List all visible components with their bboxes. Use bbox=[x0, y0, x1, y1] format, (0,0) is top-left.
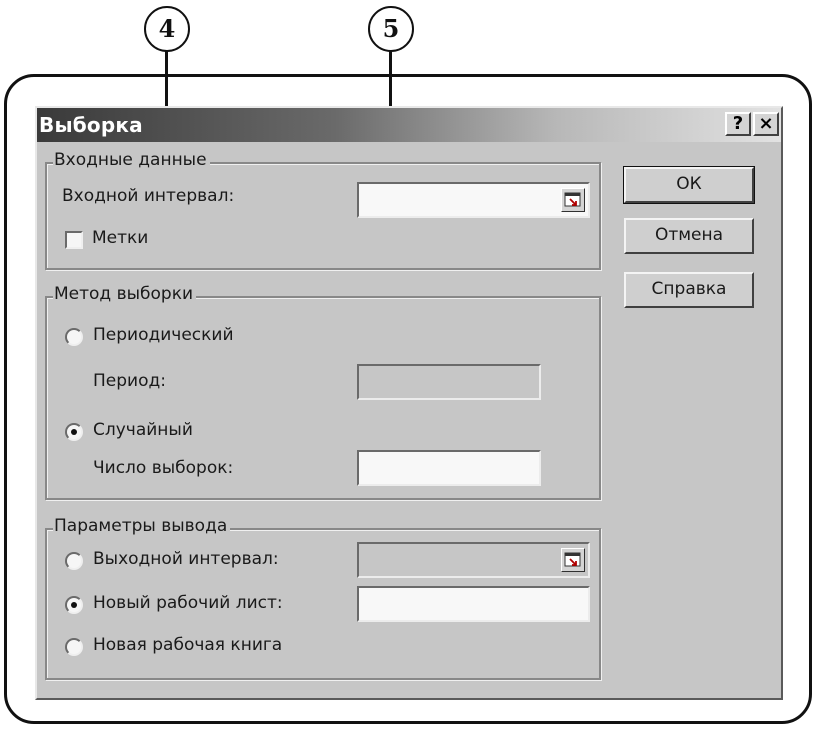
random-radio[interactable] bbox=[65, 423, 83, 441]
periodic-radio-label[interactable]: Периодический bbox=[93, 325, 234, 345]
sample-count-field[interactable] bbox=[357, 450, 541, 486]
new-sheet-field[interactable] bbox=[357, 586, 590, 622]
ref-icon-graphic bbox=[564, 552, 581, 567]
labels-checkbox[interactable] bbox=[65, 231, 83, 249]
help-title-button[interactable]: ? bbox=[725, 112, 751, 136]
input-data-group-label: Входные данные bbox=[53, 150, 210, 170]
output-options-group: Параметры вывода Выходной интервал: Новы… bbox=[45, 516, 601, 680]
period-field[interactable] bbox=[357, 364, 541, 400]
screenshot-stage: 4 5 Выборка ? × Входные данные Входной и… bbox=[0, 0, 817, 730]
sample-count-label: Число выборок: bbox=[93, 458, 234, 478]
input-range-field[interactable] bbox=[357, 182, 590, 218]
output-options-group-label: Параметры вывода bbox=[53, 516, 231, 536]
periodic-radio[interactable] bbox=[65, 328, 83, 346]
callout-marker-4: 4 bbox=[144, 6, 190, 52]
cancel-button[interactable]: Отмена bbox=[624, 218, 754, 254]
help-button[interactable]: Справка bbox=[624, 272, 754, 308]
input-range-label: Входной интервал: bbox=[62, 186, 235, 206]
output-range-radio-label[interactable]: Выходной интервал: bbox=[93, 549, 279, 569]
close-button[interactable]: × bbox=[753, 112, 779, 136]
period-label: Период: bbox=[93, 371, 166, 391]
output-range-radio[interactable] bbox=[65, 552, 83, 570]
new-book-radio-label[interactable]: Новая рабочая книга bbox=[93, 635, 282, 655]
sampling-method-group: Метод выборки Периодический Период: Случ… bbox=[45, 284, 601, 500]
new-book-radio[interactable] bbox=[65, 638, 83, 656]
sampling-method-group-label: Метод выборки bbox=[53, 284, 197, 304]
labels-checkbox-label[interactable]: Метки bbox=[92, 228, 148, 248]
collapse-dialog-icon[interactable] bbox=[561, 188, 585, 212]
callout-marker-5: 5 bbox=[368, 6, 414, 52]
sampling-dialog: Выборка ? × Входные данные Входной интер… bbox=[35, 106, 783, 700]
ok-button[interactable]: ОК bbox=[623, 166, 755, 204]
output-range-field[interactable] bbox=[357, 542, 590, 578]
new-sheet-radio-label[interactable]: Новый рабочий лист: bbox=[93, 593, 283, 613]
input-data-group: Входные данные Входной интервал: Метки bbox=[45, 150, 601, 270]
dialog-title: Выборка bbox=[39, 113, 143, 137]
collapse-dialog-icon[interactable] bbox=[561, 548, 585, 572]
random-radio-label[interactable]: Случайный bbox=[93, 420, 193, 440]
ref-icon-graphic bbox=[564, 192, 581, 207]
title-bar[interactable]: Выборка ? × bbox=[37, 108, 781, 142]
new-sheet-radio[interactable] bbox=[65, 596, 83, 614]
